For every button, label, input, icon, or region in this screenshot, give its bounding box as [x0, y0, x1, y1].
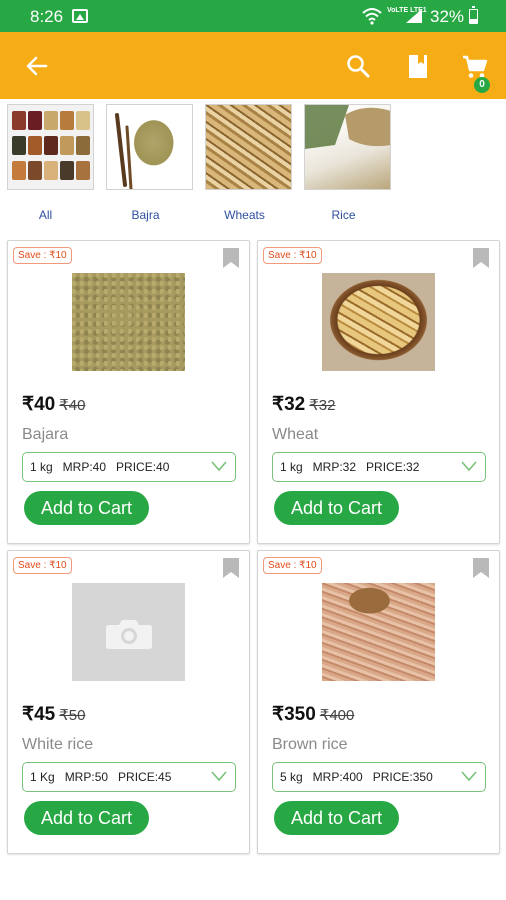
chevron-down-icon — [211, 771, 227, 782]
product-name: Bajara — [22, 426, 69, 443]
battery-icon — [469, 6, 478, 24]
add-to-cart-button[interactable]: Add to Cart — [24, 491, 149, 525]
wifi-icon — [362, 8, 382, 25]
mrp-strikethrough: ₹40 — [59, 397, 86, 414]
product-image-placeholder — [72, 583, 185, 681]
category-wheats-thumbnail[interactable] — [205, 104, 292, 190]
product-image — [322, 273, 435, 371]
product-name: Wheat — [272, 426, 319, 443]
save-badge: Save : ₹10 — [13, 247, 72, 264]
mrp-strikethrough: ₹32 — [309, 397, 336, 414]
product-card-wheat: Save : ₹10 ₹32 ₹32 Wheat 1 kg MRP:32 PRIC… — [257, 240, 500, 544]
variant-dropdown[interactable]: 5 kg MRP:400 PRICE:350 — [272, 762, 486, 792]
status-bar: 8:26 VoLTE LTE1 32% — [0, 0, 506, 32]
camera-icon — [106, 620, 152, 649]
variant-dropdown[interactable]: 1 kg MRP:40 PRICE:40 — [22, 452, 236, 482]
category-label-wheats[interactable]: Wheats — [201, 208, 288, 222]
category-bajra-thumbnail[interactable] — [106, 104, 193, 190]
price-row: ₹32 ₹32 — [272, 393, 335, 417]
category-label-rice[interactable]: Rice — [300, 208, 387, 222]
app-toolbar: 0 — [0, 32, 506, 99]
bookmark-icon[interactable] — [472, 557, 490, 579]
status-time: 8:26 — [30, 7, 64, 26]
price-row: ₹40 ₹40 — [22, 393, 85, 417]
price: ₹350 — [272, 704, 316, 725]
bookmark-icon[interactable] — [222, 247, 240, 269]
variant-dropdown[interactable]: 1 kg MRP:32 PRICE:32 — [272, 452, 486, 482]
bajra-grain-image — [115, 113, 133, 189]
add-to-cart-button[interactable]: Add to Cart — [274, 801, 399, 835]
bookmark-icon[interactable] — [472, 247, 490, 269]
spice-jars-image — [12, 111, 90, 180]
product-image — [72, 273, 185, 371]
mrp-strikethrough: ₹400 — [319, 707, 355, 724]
save-badge: Save : ₹10 — [13, 557, 72, 574]
category-rice-thumbnail[interactable] — [304, 104, 391, 190]
gallery-notification-icon — [72, 9, 88, 23]
product-name: Brown rice — [272, 736, 348, 753]
price: ₹40 — [22, 394, 56, 415]
bookmark-icon[interactable] — [403, 51, 433, 81]
add-to-cart-button[interactable]: Add to Cart — [24, 801, 149, 835]
mrp-strikethrough: ₹50 — [59, 707, 86, 724]
variant-value: 1 kg MRP:32 PRICE:32 — [280, 460, 420, 474]
variant-dropdown[interactable]: 1 Kg MRP:50 PRICE:45 — [22, 762, 236, 792]
price: ₹45 — [22, 704, 56, 725]
add-to-cart-button[interactable]: Add to Cart — [274, 491, 399, 525]
category-all-thumbnail[interactable] — [7, 104, 94, 190]
battery-percent: 32% — [430, 7, 465, 26]
product-card-brown-rice: Save : ₹10 ₹350 ₹400 Brown rice 5 kg MRP:… — [257, 550, 500, 854]
product-card-white-rice: Save : ₹10 ₹45 ₹50 White rice 1 Kg MRP:50… — [7, 550, 250, 854]
product-image — [322, 583, 435, 681]
chevron-down-icon — [211, 461, 227, 472]
cart-count-badge: 0 — [474, 77, 490, 93]
product-name: White rice — [22, 736, 94, 753]
price-row: ₹350 ₹400 — [272, 703, 354, 727]
bookmark-icon[interactable] — [222, 557, 240, 579]
rice-sack-image — [305, 105, 390, 149]
chevron-down-icon — [461, 461, 477, 472]
save-badge: Save : ₹10 — [263, 557, 322, 574]
category-label-bajra[interactable]: Bajra — [102, 208, 189, 222]
variant-value: 1 kg MRP:40 PRICE:40 — [30, 460, 170, 474]
shopping-cart-icon[interactable] — [460, 51, 490, 81]
variant-value: 5 kg MRP:400 PRICE:350 — [280, 770, 433, 784]
save-badge: Save : ₹10 — [263, 247, 322, 264]
back-arrow-icon[interactable] — [22, 51, 52, 81]
product-card-bajara: Save : ₹10 ₹40 ₹40 Bajara 1 kg MRP:40 PRI… — [7, 240, 250, 544]
price-row: ₹45 ₹50 — [22, 703, 85, 727]
category-label-all[interactable]: All — [2, 208, 89, 222]
variant-value: 1 Kg MRP:50 PRICE:45 — [30, 770, 172, 784]
search-icon[interactable] — [343, 51, 373, 81]
price: ₹32 — [272, 394, 306, 415]
signal-icon — [406, 9, 422, 23]
chevron-down-icon — [461, 771, 477, 782]
